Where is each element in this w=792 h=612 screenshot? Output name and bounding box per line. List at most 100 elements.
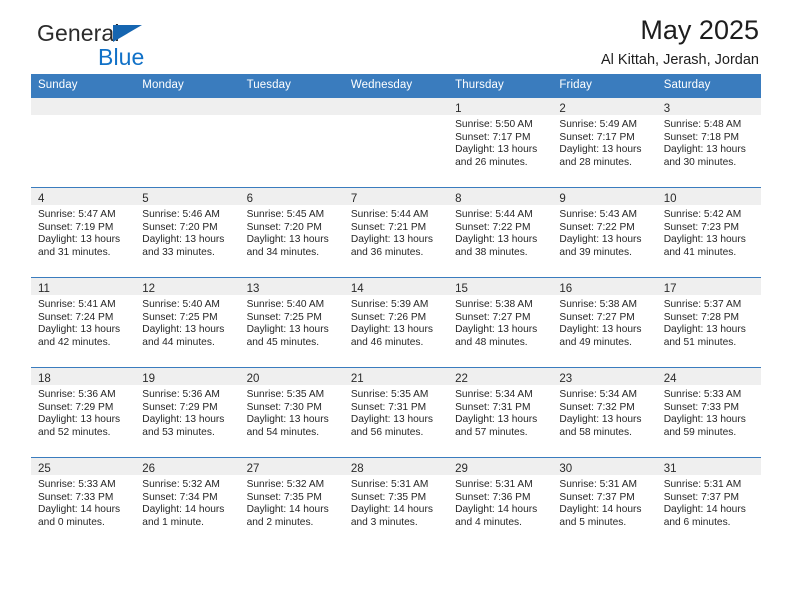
day-cell-22[interactable]: 22 Sunrise: 5:34 AM Sunset: 7:31 PM Dayligh…	[448, 367, 553, 458]
day-cell-body: Sunrise: 5:44 AM Sunset: 7:22 PM Daylight:…	[448, 205, 552, 259]
day-cell-body: Sunrise: 5:43 AM Sunset: 7:22 PM Daylight:…	[552, 205, 656, 259]
day-detail-line: Sunrise: 5:38 AM	[559, 299, 637, 310]
day-cell-20[interactable]: 20 Sunrise: 5:35 AM Sunset: 7:30 PM Dayligh…	[239, 367, 344, 458]
day-number-strip: 16	[552, 278, 657, 295]
day-detail-line: and 41 minutes.	[663, 246, 737, 258]
day-cell-4[interactable]: 4 Sunrise: 5:47 AM Sunset: 7:19 PM Daylight…	[31, 187, 136, 278]
day-cell-8[interactable]: 8 Sunrise: 5:44 AM Sunset: 7:22 PM Daylight…	[448, 187, 553, 278]
day-cell-18[interactable]: 18 Sunrise: 5:36 AM Sunset: 7:29 PM Dayligh…	[31, 367, 136, 458]
day-cell-21[interactable]: 21 Sunrise: 5:35 AM Sunset: 7:31 PM Dayligh…	[343, 367, 449, 458]
day-cell-13[interactable]: 13 Sunrise: 5:40 AM Sunset: 7:25 PM Dayligh…	[239, 277, 344, 368]
day-number-strip: 6	[239, 188, 344, 205]
day-number: 11	[38, 283, 50, 295]
day-cell-9[interactable]: 9 Sunrise: 5:43 AM Sunset: 7:22 PM Daylight…	[552, 187, 657, 278]
day-cell-28[interactable]: 28 Sunrise: 5:31 AM Sunset: 7:35 PM Dayligh…	[343, 457, 449, 547]
weekday-header-wednesday: Wednesday	[343, 74, 449, 98]
day-number-strip: 8	[448, 188, 553, 205]
day-detail-line: Sunset: 7:30 PM	[246, 401, 322, 413]
day-number: 9	[559, 193, 566, 205]
day-cell-5[interactable]: 5 Sunrise: 5:46 AM Sunset: 7:20 PM Daylight…	[135, 187, 240, 278]
general-blue-logo[interactable]: General Blue	[37, 22, 144, 69]
day-cell-19[interactable]: 19 Sunrise: 5:36 AM Sunset: 7:29 PM Dayligh…	[135, 367, 240, 458]
day-number: 29	[455, 463, 468, 475]
day-detail-line: Sunrise: 5:49 AM	[559, 119, 637, 130]
day-cell-body: Sunrise: 5:47 AM Sunset: 7:19 PM Daylight:…	[31, 205, 135, 259]
day-cell-body: Sunrise: 5:33 AM Sunset: 7:33 PM Daylight:…	[31, 475, 135, 529]
day-detail-line: Sunrise: 5:44 AM	[350, 209, 429, 220]
calendar-header-row: Sunday Monday Tuesday Wednesday Thursday Frid…	[31, 74, 761, 98]
day-detail-line: Sunrise: 5:48 AM	[663, 119, 742, 130]
day-cell-6[interactable]: 6 Sunrise: 5:45 AM Sunset: 7:20 PM Daylight…	[239, 187, 344, 278]
day-cell-12[interactable]: 12 Sunrise: 5:40 AM Sunset: 7:25 PM Dayligh…	[135, 277, 240, 368]
day-number: 1	[455, 103, 462, 115]
day-cell-26[interactable]: 26 Sunrise: 5:32 AM Sunset: 7:34 PM Dayligh…	[135, 457, 240, 547]
day-detail-line: Sunset: 7:24 PM	[38, 311, 114, 323]
day-detail-line: Sunset: 7:33 PM	[38, 491, 114, 503]
calendar-week-row: 1 Sunrise: 5:50 AM Sunset: 7:17 PM Daylight…	[31, 97, 761, 188]
day-detail-line: Daylight: 13 hours	[38, 414, 121, 426]
day-number: 5	[142, 193, 149, 205]
day-detail-line: Sunrise: 5:40 AM	[142, 299, 220, 310]
calendar-week-row: 4 Sunrise: 5:47 AM Sunset: 7:19 PM Daylight…	[31, 187, 761, 278]
day-detail-line: Sunrise: 5:31 AM	[559, 479, 637, 490]
day-number-strip: 7	[343, 188, 449, 205]
day-cell-16[interactable]: 16 Sunrise: 5:38 AM Sunset: 7:27 PM Dayligh…	[552, 277, 657, 368]
day-detail-line: and 44 minutes.	[142, 336, 215, 348]
day-number-strip: 4	[31, 188, 136, 205]
day-number-strip	[343, 98, 449, 115]
day-cell-14[interactable]: 14 Sunrise: 5:39 AM Sunset: 7:26 PM Dayligh…	[343, 277, 449, 368]
title-block: May 2025 Al Kittah, Jerash, Jordan	[601, 16, 759, 69]
day-number-strip: 14	[343, 278, 449, 295]
day-number-strip	[31, 98, 136, 115]
day-detail-line: Sunset: 7:25 PM	[246, 311, 322, 323]
day-number-strip	[135, 98, 240, 115]
day-cell-empty	[135, 97, 240, 188]
day-cell-24[interactable]: 24 Sunrise: 5:33 AM Sunset: 7:33 PM Dayligh…	[656, 367, 761, 458]
day-detail-line: Daylight: 13 hours	[142, 324, 225, 336]
day-cell-25[interactable]: 25 Sunrise: 5:33 AM Sunset: 7:33 PM Dayligh…	[31, 457, 136, 547]
day-cell-body: Sunrise: 5:44 AM Sunset: 7:21 PM Daylight:…	[344, 205, 448, 259]
day-number-strip: 2	[552, 98, 657, 115]
day-cell-body: Sunrise: 5:32 AM Sunset: 7:35 PM Daylight:…	[240, 475, 344, 529]
day-cell-15[interactable]: 15 Sunrise: 5:38 AM Sunset: 7:27 PM Dayligh…	[448, 277, 553, 368]
day-number-strip: 29	[448, 458, 553, 475]
day-cell-27[interactable]: 27 Sunrise: 5:32 AM Sunset: 7:35 PM Dayligh…	[239, 457, 344, 547]
day-number-strip: 3	[656, 98, 761, 115]
day-cell-1[interactable]: 1 Sunrise: 5:50 AM Sunset: 7:17 PM Daylight…	[448, 97, 553, 188]
day-cell-17[interactable]: 17 Sunrise: 5:37 AM Sunset: 7:28 PM Dayligh…	[656, 277, 761, 368]
day-cell-31[interactable]: 31 Sunrise: 5:31 AM Sunset: 7:37 PM Dayligh…	[656, 457, 761, 547]
day-detail-line: Sunrise: 5:32 AM	[142, 479, 220, 490]
day-cell-body	[135, 115, 239, 119]
day-detail-line: Daylight: 13 hours	[455, 234, 538, 246]
day-detail-line: Daylight: 13 hours	[559, 144, 642, 156]
day-detail-line: and 28 minutes.	[559, 156, 632, 168]
day-cell-body: Sunrise: 5:31 AM Sunset: 7:37 PM Daylight:…	[552, 475, 656, 529]
day-detail-line: and 51 minutes.	[663, 336, 737, 348]
day-number: 25	[38, 463, 51, 475]
day-detail-line: and 5 minutes.	[559, 516, 627, 528]
day-cell-body	[31, 115, 135, 119]
day-cell-23[interactable]: 23 Sunrise: 5:34 AM Sunset: 7:32 PM Dayligh…	[552, 367, 657, 458]
day-detail-line: Sunrise: 5:31 AM	[455, 479, 533, 490]
day-detail-line: Sunset: 7:25 PM	[142, 311, 218, 323]
day-detail-line: and 2 minutes.	[246, 516, 314, 528]
day-cell-10[interactable]: 10 Sunrise: 5:42 AM Sunset: 7:23 PM Dayligh…	[656, 187, 761, 278]
day-cell-body: Sunrise: 5:38 AM Sunset: 7:27 PM Daylight:…	[552, 295, 656, 349]
day-cell-empty	[239, 97, 344, 188]
day-cell-29[interactable]: 29 Sunrise: 5:31 AM Sunset: 7:36 PM Dayligh…	[448, 457, 553, 547]
day-cell-7[interactable]: 7 Sunrise: 5:44 AM Sunset: 7:21 PM Daylight…	[343, 187, 449, 278]
day-detail-line: Sunset: 7:31 PM	[350, 401, 427, 413]
day-detail-line: and 31 minutes.	[38, 246, 111, 258]
day-detail-line: and 57 minutes.	[455, 426, 528, 438]
day-number-strip: 23	[552, 368, 657, 385]
day-cell-2[interactable]: 2 Sunrise: 5:49 AM Sunset: 7:17 PM Daylight…	[552, 97, 657, 188]
day-cell-30[interactable]: 30 Sunrise: 5:31 AM Sunset: 7:37 PM Dayligh…	[552, 457, 657, 547]
day-cell-body: Sunrise: 5:41 AM Sunset: 7:24 PM Daylight:…	[31, 295, 135, 349]
day-cell-11[interactable]: 11 Sunrise: 5:41 AM Sunset: 7:24 PM Dayligh…	[31, 277, 136, 368]
day-detail-line: Daylight: 13 hours	[350, 324, 433, 336]
day-detail-line: Sunset: 7:21 PM	[350, 221, 427, 233]
day-detail-line: Daylight: 13 hours	[559, 414, 642, 426]
day-number: 2	[559, 103, 566, 115]
day-cell-3[interactable]: 3 Sunrise: 5:48 AM Sunset: 7:18 PM Daylight…	[656, 97, 761, 188]
day-cell-body: Sunrise: 5:42 AM Sunset: 7:23 PM Daylight:…	[657, 205, 761, 259]
